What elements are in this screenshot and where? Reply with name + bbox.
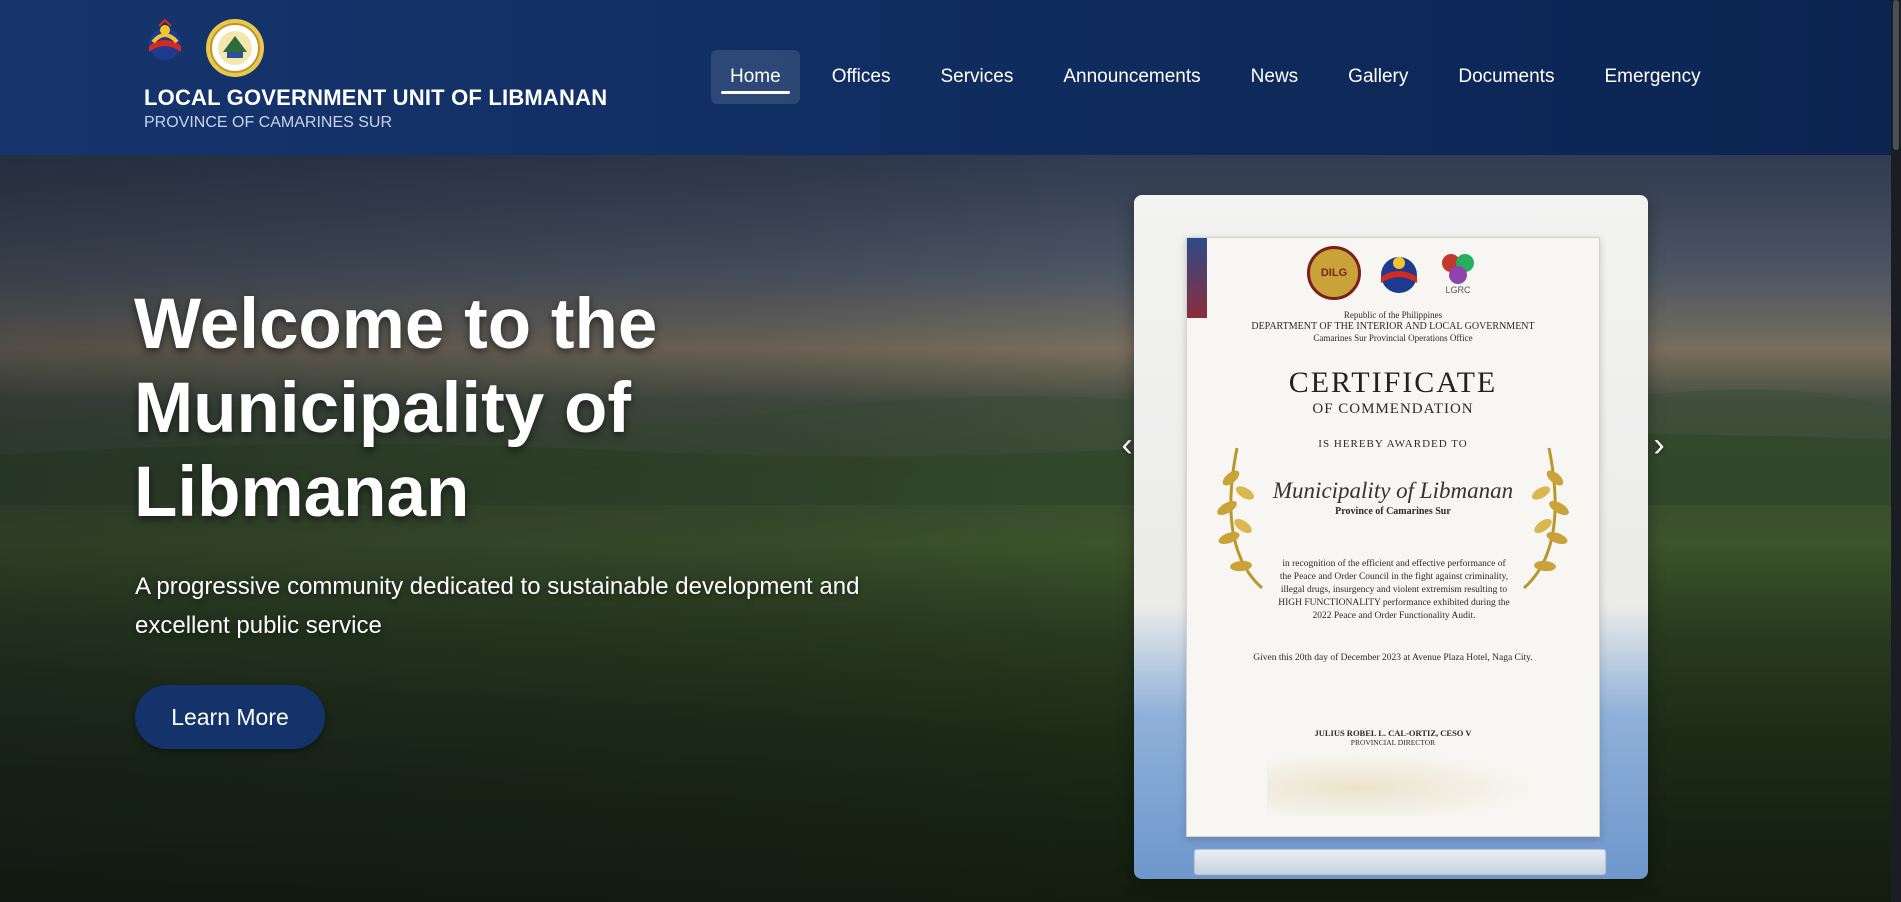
- certificate-department: DEPARTMENT OF THE INTERIOR AND LOCAL GOV…: [1251, 321, 1535, 332]
- certificate-seals: DILG LGRC: [1307, 246, 1479, 300]
- certificate-republic: Republic of the Philippines: [1343, 310, 1443, 320]
- nav-news[interactable]: News: [1251, 50, 1299, 104]
- carousel-next-icon[interactable]: ›: [1646, 425, 1672, 465]
- certificate-title: CERTIFICATE: [1288, 366, 1498, 399]
- brand-subtitle: PROVINCE OF CAMARINES SUR: [144, 114, 393, 131]
- nav-announcements[interactable]: Announcements: [1063, 50, 1200, 104]
- certificate-signatory: JULIUS ROBEL L. CAL-ORTIZ, CESO V: [1314, 728, 1472, 738]
- learn-more-button[interactable]: Learn More: [135, 685, 325, 749]
- nav-emergency[interactable]: Emergency: [1604, 50, 1700, 104]
- certificate-image: DILG LGRC Republic of the Philippines DE…: [1186, 237, 1600, 837]
- brand-title[interactable]: LOCAL GOVERNMENT UNIT OF LIBMANAN: [144, 85, 607, 111]
- hero-section: Welcome to the Municipality of Libmanan …: [0, 155, 1901, 902]
- dilg-seal-icon: DILG: [1307, 246, 1361, 300]
- certificate-body: in recognition of the efficient and effe…: [1278, 559, 1510, 621]
- nav-gallery[interactable]: Gallery: [1348, 50, 1408, 104]
- nav-offices[interactable]: Offices: [832, 50, 891, 104]
- bagong-pilipinas-logo[interactable]: [145, 18, 185, 64]
- carousel-slide-image[interactable]: DILG LGRC Republic of the Philippines DE…: [1134, 195, 1648, 879]
- certificate-office: Camarines Sur Provincial Operations Offi…: [1313, 333, 1473, 343]
- hero-title: Welcome to the Municipality of Libmanan: [134, 285, 658, 532]
- main-nav: Home Offices Services Announcements News…: [711, 50, 1701, 104]
- certificate-subtitle: OF COMMENDATION: [1312, 401, 1474, 417]
- header-logos: [145, 18, 265, 78]
- lgrc-logo-icon: LGRC: [1442, 254, 1474, 295]
- certificate-swirl-decoration: [1267, 746, 1567, 816]
- nav-services[interactable]: Services: [940, 50, 1013, 104]
- nav-documents[interactable]: Documents: [1458, 50, 1554, 104]
- acrylic-stand: [1194, 849, 1606, 875]
- laurel-right-icon: [1523, 447, 1569, 590]
- scrollbar-thumb[interactable]: [1893, 0, 1899, 150]
- certificate-corner-decoration: [1187, 238, 1207, 318]
- nav-home[interactable]: Home: [711, 50, 800, 104]
- laurel-left-icon: [1217, 447, 1263, 590]
- certificate-given: Given this 20th day of December 2023 at …: [1253, 653, 1533, 663]
- site-header: LOCAL GOVERNMENT UNIT OF LIBMANAN PROVIN…: [0, 0, 1901, 155]
- hero-tagline: A progressive community dedicated to sus…: [135, 573, 860, 639]
- lgrc-text: LGRC: [1445, 285, 1471, 295]
- bagong-pilipinas-seal-icon: [1381, 257, 1417, 293]
- libmanan-seal[interactable]: [205, 18, 265, 78]
